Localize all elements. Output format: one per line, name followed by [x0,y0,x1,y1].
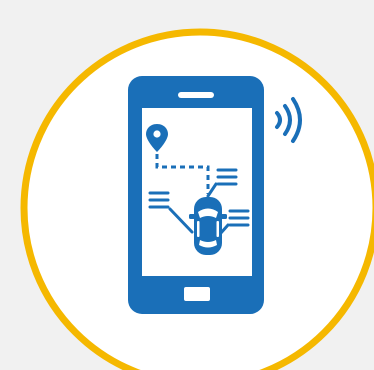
smartphone-icon [128,76,264,314]
phone-earpiece [178,92,214,98]
phone-home-button [184,287,210,301]
connected-car-badge [0,0,374,370]
car-top-view-icon [189,197,227,255]
badge-graphic [20,28,374,370]
